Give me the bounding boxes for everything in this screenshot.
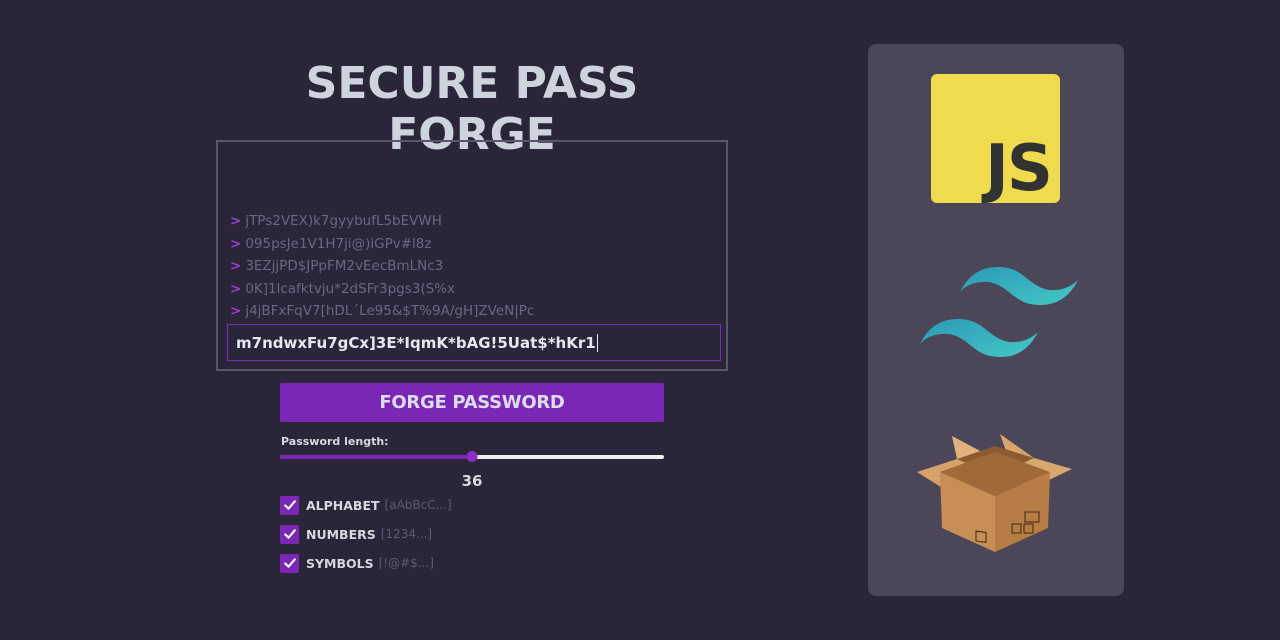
option-symbols[interactable]: SYMBOLS [!@#$...] [280,553,434,573]
password-length-value: 36 [461,472,483,490]
js-logo-text: JS [985,132,1053,206]
numbers-checkbox[interactable] [280,524,299,544]
history-line: >095psJe1V1H7ji@)iGPv#l8z [230,235,432,252]
prompt-icon: > [230,303,242,319]
password-length-label: Password length: [281,435,389,448]
generated-password-output[interactable]: m7ndwxFu7gCx]3E*IqmK*bAG!5Uat$*hKr1 [227,324,721,361]
history-line: >0K]1lcafktvju*2dSFr3pgs3(S%x [230,280,456,297]
slider-fill [280,455,472,459]
forge-password-button[interactable]: FORGE PASSWORD [280,383,664,422]
history-line: >3EZjjPD$JPpFM2vEecBmLNc3 [230,258,444,274]
prompt-icon: > [230,280,242,297]
alphabet-checkbox[interactable] [280,495,299,515]
password-terminal: > jTPs2VEX)k7gyybufL5bEVWH >095psJe1V1H7j… [216,140,728,371]
prompt-icon: > [230,213,242,229]
generated-password-text: m7ndwxFu7gCx]3E*IqmK*bAG!5Uat$*hKr1 [236,333,596,352]
javascript-logo-icon: JS [931,74,1060,203]
text-caret [596,333,599,352]
option-numbers[interactable]: NUMBERS [1234...] [280,524,432,544]
password-history: > jTPs2VEX)k7gyybufL5bEVWH >095psJe1V1H7j… [230,210,714,323]
symbols-checkbox[interactable] [280,553,299,573]
alphabet-label: ALPHABET [306,497,380,513]
history-line: > jTPs2VEX)k7gyybufL5bEVWH [230,213,442,229]
tailwind-logo-icon [920,267,1078,357]
password-length-slider[interactable] [280,451,664,463]
slider-thumb[interactable] [466,451,478,462]
symbols-hint: [!@#$...] [378,556,434,570]
symbols-label: SYMBOLS [306,555,374,571]
prompt-icon: > [230,235,242,252]
history-line: > j4jBFxFqV7[hDL´Le95&$T%9A/gH]ZVeN|Pc [230,303,535,319]
package-box-icon [917,434,1072,552]
numbers-hint: [1234...] [380,527,433,541]
prompt-icon: > [230,258,242,274]
option-alphabet[interactable]: ALPHABET [aAbBcC...] [280,495,452,515]
checkmark-icon [283,529,296,539]
numbers-label: NUMBERS [306,526,376,542]
checkmark-icon [283,558,296,568]
checkmark-icon [283,500,296,510]
tech-stack-panel: JS [868,44,1124,596]
alphabet-hint: [aAbBcC...] [384,498,452,512]
